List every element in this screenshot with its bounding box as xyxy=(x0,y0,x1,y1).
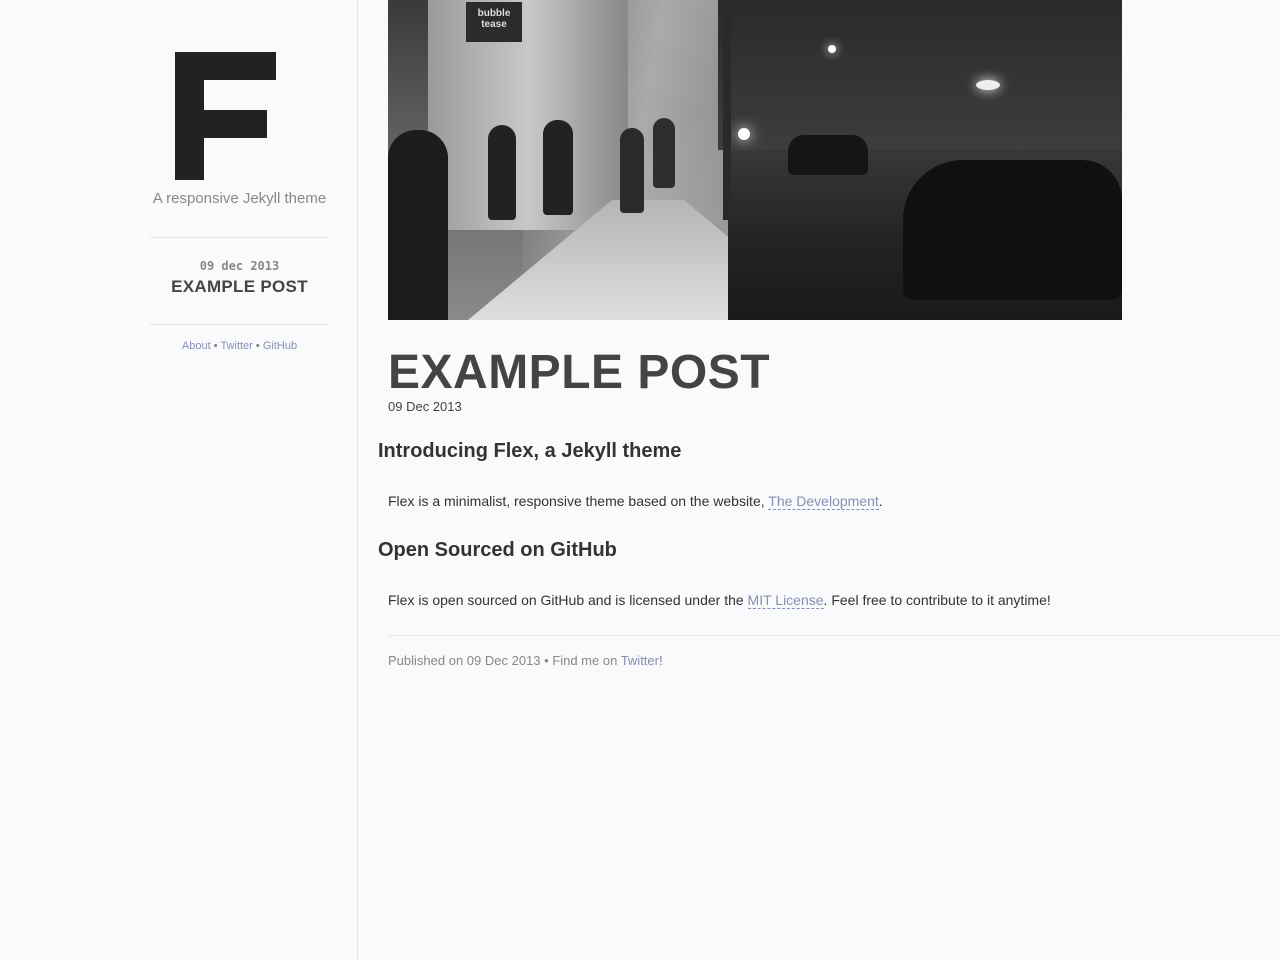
mit-license-link[interactable]: MIT License xyxy=(747,592,824,609)
hero-image: bubble tease xyxy=(388,0,1122,320)
sidebar-divider xyxy=(150,237,329,238)
post-date: 09 Dec 2013 xyxy=(388,399,462,414)
section-heading: Open Sourced on GitHub xyxy=(378,539,617,561)
site-tagline: A responsive Jekyll theme xyxy=(152,190,327,207)
nav-link-twitter[interactable]: Twitter xyxy=(220,340,252,352)
paragraph-text: . xyxy=(878,493,883,509)
footer-twitter-link[interactable]: Twitter xyxy=(621,653,659,668)
post-title: EXAMPLE POST xyxy=(388,346,771,399)
site-logo[interactable] xyxy=(175,52,276,180)
section-paragraph: Flex is open sourced on GitHub and is li… xyxy=(388,592,1051,609)
paragraph-text: . Feel free to contribute to it anytime! xyxy=(823,592,1051,608)
sidebar-post-link[interactable]: EXAMPLE POST xyxy=(150,277,329,297)
sidebar-divider xyxy=(150,324,329,325)
footer-text: ! xyxy=(658,653,663,668)
post-footer: Published on 09 Dec 2013 • Find me on Tw… xyxy=(388,653,663,668)
paragraph-text: Flex is a minimalist, responsive theme b… xyxy=(388,493,769,509)
storefront-sign: bubble tease xyxy=(466,2,522,42)
footer-divider xyxy=(388,635,1280,636)
paragraph-text: Flex is open sourced on GitHub and is li… xyxy=(388,592,748,608)
nav-separator: • xyxy=(213,340,218,352)
nav-separator: • xyxy=(255,340,260,352)
nav-link-about[interactable]: About xyxy=(182,340,211,352)
section-heading: Introducing Flex, a Jekyll theme xyxy=(378,440,682,462)
sidebar-nav: About • Twitter • GitHub xyxy=(150,340,329,352)
footer-text: Published on 09 Dec 2013 • Find me on xyxy=(388,653,621,668)
sidebar: A responsive Jekyll theme 09 dec 2013 EX… xyxy=(0,0,358,960)
the-development-link[interactable]: The Development xyxy=(768,493,879,510)
sidebar-post-date: 09 dec 2013 xyxy=(199,259,280,273)
section-paragraph: Flex is a minimalist, responsive theme b… xyxy=(388,493,883,510)
nav-link-github[interactable]: GitHub xyxy=(263,340,297,352)
